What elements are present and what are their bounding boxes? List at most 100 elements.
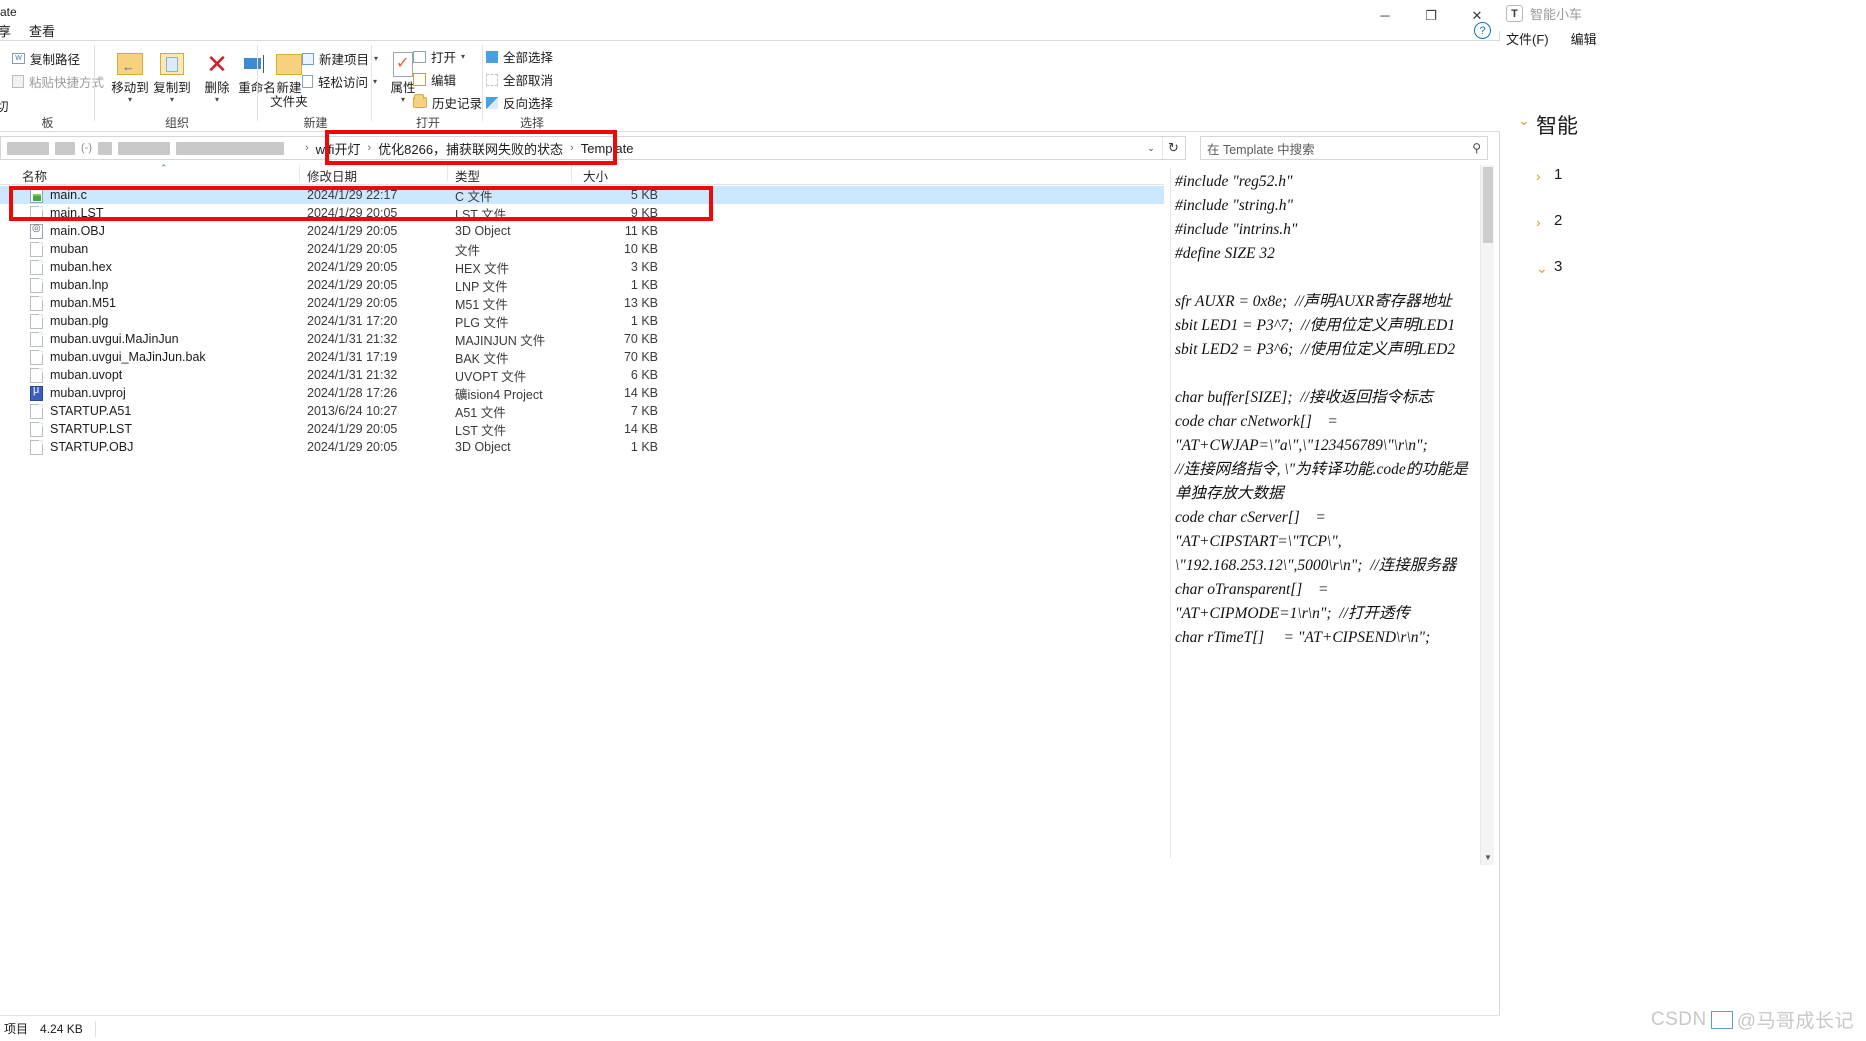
status-divider bbox=[94, 1020, 96, 1037]
easy-access-button[interactable]: 轻松访问 ▾ bbox=[302, 72, 377, 91]
tree-node[interactable]: › 1 bbox=[1536, 166, 1866, 186]
select-all-button[interactable]: 全部选择 bbox=[486, 47, 553, 66]
file-size-cell: 70 KB bbox=[623, 350, 658, 364]
table-row[interactable]: muban.uvgui.MaJinJun 2024/1/31 21:32 MAJIN… bbox=[0, 330, 1164, 348]
file-size-cell: 9 KB bbox=[630, 206, 658, 220]
file-date-cell: 2024/1/29 20:05 bbox=[307, 440, 398, 454]
file-type-cell: 礦ision4 Project bbox=[455, 387, 543, 402]
tab-share[interactable]: 享 bbox=[0, 21, 11, 40]
select-none-icon bbox=[486, 73, 498, 86]
paste-shortcut-button[interactable]: 粘贴快捷方式 bbox=[12, 72, 104, 91]
plain-file-icon bbox=[30, 205, 43, 221]
tree-node-label: 2 bbox=[1554, 212, 1563, 229]
file-date-cell: 2024/1/31 17:19 bbox=[307, 350, 398, 364]
table-row[interactable]: STARTUP.OBJ 2024/1/29 20:05 3D Object 1 KB bbox=[0, 438, 1164, 456]
right-editor-app: T 智能小车 文件(F) 编辑 ⌄ 智能 › 1 › 2 ⌄ 3 bbox=[1500, 0, 1866, 1041]
search-icon[interactable]: ⚲ bbox=[1472, 141, 1481, 155]
file-date-cell: 2024/1/29 20:05 bbox=[307, 206, 398, 220]
window-title: ate bbox=[0, 5, 17, 19]
chevron-down-icon[interactable]: ⌄ bbox=[1518, 110, 1530, 130]
code-preview-panel: #include "reg52.h" #include "string.h" #… bbox=[1170, 168, 1486, 858]
file-type-cell: 3D Object bbox=[455, 224, 511, 238]
tree-node[interactable]: › 2 bbox=[1536, 212, 1866, 232]
table-row[interactable]: main.LST 2024/1/29 20:05 LST 文件 9 KB bbox=[0, 204, 1164, 222]
chevron-right-icon[interactable]: › bbox=[1536, 166, 1548, 186]
cfile-file-icon bbox=[30, 187, 43, 203]
file-date-cell: 2024/1/29 20:05 bbox=[307, 278, 398, 292]
plain-file-icon bbox=[30, 439, 43, 455]
column-name[interactable]: 名称 bbox=[22, 166, 47, 185]
file-name-label: main.LST bbox=[50, 206, 104, 220]
table-row[interactable]: main.c 2024/1/29 22:17 C 文件 5 KB bbox=[0, 186, 1164, 204]
new-folder-label-2: 文件夹 bbox=[270, 95, 308, 109]
tab-view[interactable]: 查看 bbox=[29, 21, 55, 40]
file-date-cell: 2024/1/31 17:20 bbox=[307, 314, 398, 328]
table-row[interactable]: STARTUP.LST 2024/1/29 20:05 LST 文件 14 KB bbox=[0, 420, 1164, 438]
copy-path-button[interactable]: W 复制路径 bbox=[12, 49, 80, 68]
column-headers: 名称 ⌃ 修改日期 类型 大小 bbox=[0, 163, 1164, 185]
breadcrumb-item-optimize[interactable]: 优化8266，捕获联网失败的状态 bbox=[378, 139, 563, 158]
table-row[interactable]: muban.plg 2024/1/31 17:20 PLG 文件 1 KB bbox=[0, 312, 1164, 330]
chevron-down-icon[interactable]: ▾ bbox=[189, 95, 245, 104]
table-row[interactable]: main.OBJ 2024/1/29 20:05 3D Object 11 KB bbox=[0, 222, 1164, 240]
scroll-down-icon[interactable]: ▼ bbox=[1481, 851, 1495, 865]
outline-tree[interactable]: ⌄ 智能 › 1 › 2 ⌄ 3 bbox=[1518, 110, 1866, 304]
chevron-right-icon[interactable]: › bbox=[1536, 212, 1548, 232]
table-row[interactable]: muban.lnp 2024/1/29 20:05 LNP 文件 1 KB bbox=[0, 276, 1164, 294]
breadcrumb-separator-icon: › bbox=[367, 142, 372, 154]
tree-node[interactable]: ⌄ 智能 bbox=[1518, 110, 1866, 140]
column-divider[interactable] bbox=[447, 165, 448, 181]
table-row[interactable]: muban.M51 2024/1/29 20:05 M51 文件 13 KB bbox=[0, 294, 1164, 312]
tree-node[interactable]: ⌄ 3 bbox=[1536, 258, 1866, 278]
column-divider[interactable] bbox=[571, 165, 572, 181]
chevron-down-icon[interactable]: ▾ bbox=[461, 52, 465, 61]
file-size-cell: 3 KB bbox=[630, 260, 658, 274]
cut-button-fragment[interactable]: 切 bbox=[0, 96, 9, 115]
history-button[interactable]: 历史记录 bbox=[413, 93, 482, 112]
menu-edit[interactable]: 编辑 bbox=[1571, 29, 1597, 48]
screenshot-root: ate ─ ❐ ✕ 享 查看 ? W 复制路径 粘贴快捷方式 切 板 ← 移动到… bbox=[0, 0, 1866, 1041]
breadcrumb-item-wifi[interactable]: wifi开灯 bbox=[316, 139, 361, 158]
new-item-button[interactable]: 新建项目 ▾ bbox=[302, 49, 378, 68]
status-items-count: 项目 bbox=[4, 1022, 29, 1036]
table-row[interactable]: muban.hex 2024/1/29 20:05 HEX 文件 3 KB bbox=[0, 258, 1164, 276]
table-row[interactable]: muban.uvgui_MaJinJun.bak 2024/1/31 17:19 B… bbox=[0, 348, 1164, 366]
select-none-button[interactable]: 全部取消 bbox=[486, 70, 553, 89]
refresh-icon[interactable]: ↻ bbox=[1162, 137, 1184, 159]
column-type[interactable]: 类型 bbox=[455, 166, 480, 185]
status-bar: 项目 4.24 KB bbox=[0, 1015, 1500, 1041]
redacted-segment bbox=[98, 141, 112, 155]
breadcrumb-item-template[interactable]: Template bbox=[581, 141, 634, 156]
breadcrumb-separator-icon: › bbox=[570, 142, 574, 154]
invert-selection-button[interactable]: 反向选择 bbox=[486, 93, 553, 112]
tree-node-label: 1 bbox=[1554, 166, 1563, 183]
select-all-icon bbox=[486, 50, 498, 63]
menu-file[interactable]: 文件(F) bbox=[1506, 29, 1549, 48]
sort-ascending-icon: ⌃ bbox=[160, 163, 168, 173]
ribbon-group-clipboard: W 复制路径 粘贴快捷方式 切 板 bbox=[0, 41, 104, 133]
address-bar[interactable]: (-) › wifi开灯 › 优化8266，捕获联网失败的状态 › Templa… bbox=[0, 136, 1186, 160]
file-list[interactable]: main.c 2024/1/29 22:17 C 文件 5 KB main.LST 202… bbox=[0, 186, 1164, 456]
table-row[interactable]: muban.uvproj 2024/1/28 17:26 礦ision4 Proje… bbox=[0, 384, 1164, 402]
help-icon[interactable]: ? bbox=[1474, 22, 1491, 39]
file-name-label: muban.plg bbox=[50, 314, 109, 328]
code-text: #include "reg52.h" #include "string.h" #… bbox=[1175, 173, 1468, 646]
chevron-down-icon[interactable]: ⌄ bbox=[1141, 137, 1161, 159]
chevron-down-icon[interactable]: ⌄ bbox=[1536, 258, 1548, 278]
invert-selection-icon bbox=[486, 96, 498, 109]
column-divider[interactable] bbox=[299, 165, 300, 181]
open-button[interactable]: 打开 ▾ bbox=[413, 47, 465, 66]
search-input[interactable]: 在 Template 中搜索 ⚲ bbox=[1200, 136, 1488, 160]
file-date-cell: 2024/1/29 20:05 bbox=[307, 422, 398, 436]
code-panel-scrollbar[interactable]: ▲ ▼ bbox=[1480, 165, 1494, 865]
column-size[interactable]: 大小 bbox=[583, 166, 608, 185]
file-name-cell: main.OBJ bbox=[30, 223, 105, 239]
plain-file-icon bbox=[30, 313, 43, 329]
table-row[interactable]: muban 2024/1/29 20:05 文件 10 KB bbox=[0, 240, 1164, 258]
column-date[interactable]: 修改日期 bbox=[307, 166, 357, 185]
edit-button[interactable]: 编辑 bbox=[413, 70, 456, 89]
scrollbar-thumb[interactable] bbox=[1483, 167, 1493, 243]
edit-icon bbox=[413, 73, 426, 86]
table-row[interactable]: STARTUP.A51 2013/6/24 10:27 A51 文件 7 KB bbox=[0, 402, 1164, 420]
table-row[interactable]: muban.uvopt 2024/1/31 21:32 UVOPT 文件 6 KB bbox=[0, 366, 1164, 384]
